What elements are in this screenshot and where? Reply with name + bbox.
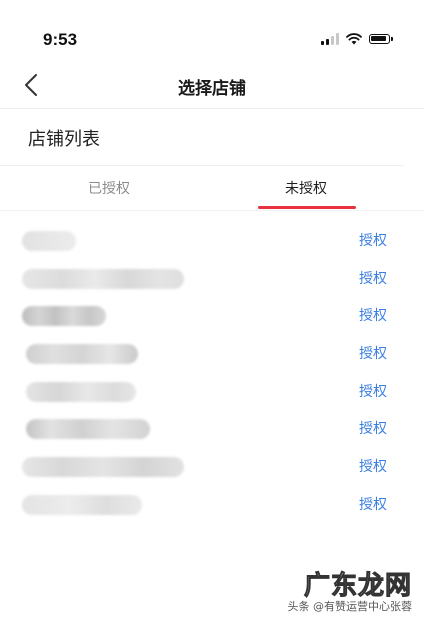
list-item: 授权 (0, 448, 424, 486)
store-name-redacted (22, 457, 184, 478)
tab-unauthorized[interactable]: 未授权 (246, 178, 366, 198)
store-name-redacted (22, 231, 76, 251)
list-item: 授权 (0, 260, 424, 298)
store-name-redacted (26, 419, 150, 440)
authorize-button[interactable]: 授权 (359, 495, 387, 515)
tab-authorized[interactable]: 已授权 (49, 178, 169, 198)
watermark-brand: 广东龙网 (303, 571, 412, 602)
status-bar: 9:53 (0, 0, 424, 70)
watermark: 广东龙网 头条 @有赞运营中心张蓉 (288, 565, 413, 614)
authorize-button[interactable]: 授权 (359, 457, 387, 477)
authorize-button[interactable]: 授权 (359, 306, 387, 326)
store-list-header: 店铺列表 (0, 109, 404, 166)
authorize-button[interactable]: 授权 (359, 269, 387, 289)
authorize-button[interactable]: 授权 (359, 344, 387, 364)
store-name-redacted (26, 344, 138, 365)
authorize-button[interactable]: 授权 (359, 231, 387, 251)
store-name-redacted (22, 306, 106, 327)
list-item: 授权 (0, 297, 424, 335)
active-tab-indicator (258, 206, 356, 209)
wifi-icon (346, 33, 362, 45)
authorize-button[interactable]: 授权 (359, 382, 387, 402)
store-list-title: 店铺列表 (28, 129, 100, 150)
tab-bar: 已授权 未授权 (0, 166, 424, 211)
store-name-redacted (26, 381, 136, 402)
authorize-button[interactable]: 授权 (359, 419, 387, 439)
watermark-caption: 头条 @有赞运营中心张蓉 (287, 600, 413, 613)
store-list: 授权 授权 授权 授权 授权 授权 授权 授权 (0, 222, 424, 524)
nav-bar: 选择店铺 (0, 62, 424, 109)
list-item: 授权 (0, 373, 424, 411)
store-name-redacted (22, 494, 142, 515)
page-title: 选择店铺 (178, 79, 246, 99)
battery-icon (369, 34, 393, 44)
list-item: 授权 (0, 410, 424, 448)
status-time: 9:53 (43, 30, 78, 49)
store-name-redacted (22, 268, 184, 289)
signal-icon (321, 33, 339, 45)
list-item: 授权 (0, 222, 424, 260)
list-item: 授权 (0, 486, 424, 524)
status-icons (321, 33, 393, 45)
list-item: 授权 (0, 335, 424, 373)
